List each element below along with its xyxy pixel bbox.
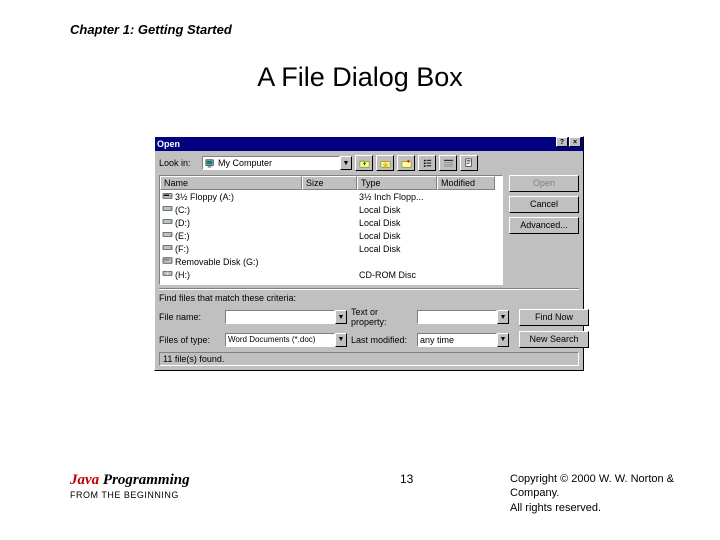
properties-icon xyxy=(464,158,475,169)
list-item[interactable]: (F:)Local Disk xyxy=(160,242,502,255)
dropdown-arrow-icon[interactable]: ▼ xyxy=(497,333,509,347)
list-item[interactable]: 3½ Floppy (A:)3½ Inch Flopp... xyxy=(160,190,502,203)
divider xyxy=(159,288,579,290)
dialog-titlebar: Open ? × xyxy=(155,137,583,151)
cancel-button[interactable]: Cancel xyxy=(509,196,579,213)
copyright: Copyright © 2000 W. W. Norton & Company.… xyxy=(510,472,680,515)
details-view-button[interactable] xyxy=(439,155,457,171)
new-folder-button[interactable] xyxy=(397,155,415,171)
look-in-dropdown[interactable]: My Computer ▼ xyxy=(202,156,352,170)
hdd-icon xyxy=(162,230,173,239)
properties-button[interactable] xyxy=(460,155,478,171)
text-property-label: Text or property: xyxy=(351,307,413,327)
files-of-type-label: Files of type: xyxy=(159,335,221,345)
last-modified-dropdown[interactable]: any time ▼ xyxy=(417,333,509,347)
look-in-label: Look in: xyxy=(159,158,199,168)
cdrom-icon xyxy=(162,269,173,278)
hdd-icon xyxy=(162,217,173,226)
book-subtitle: FROM THE BEGINNING xyxy=(70,490,190,500)
slide-footer: Java Programming FROM THE BEGINNING 13 C… xyxy=(70,472,680,500)
list-item[interactable]: (E:)Local Disk xyxy=(160,229,502,242)
list-item[interactable]: (C:)Local Disk xyxy=(160,203,502,216)
list-view-icon xyxy=(422,158,433,169)
help-button[interactable]: ? xyxy=(556,137,568,147)
removable-icon xyxy=(162,256,173,265)
details-view-icon xyxy=(443,158,454,169)
dialog-title: Open xyxy=(157,137,180,151)
dropdown-arrow-icon[interactable]: ▼ xyxy=(335,310,347,324)
hdd-icon xyxy=(162,243,173,252)
column-header-modified[interactable]: Modified xyxy=(437,176,495,190)
floppy-icon xyxy=(162,191,173,200)
look-in-value: My Computer xyxy=(218,157,272,169)
find-now-button[interactable]: Find Now xyxy=(519,309,589,326)
status-bar: 11 file(s) found. xyxy=(159,352,579,366)
slide-title: A File Dialog Box xyxy=(0,62,720,93)
advanced-button[interactable]: Advanced... xyxy=(509,217,579,234)
column-header-name[interactable]: Name xyxy=(160,176,302,190)
last-modified-label: Last modified: xyxy=(351,335,413,345)
up-folder-button[interactable] xyxy=(355,155,373,171)
list-item[interactable]: (H:)CD-ROM Disc xyxy=(160,268,502,281)
column-header-type[interactable]: Type xyxy=(357,176,437,190)
file-list[interactable]: Name Size Type Modified 3½ Floppy (A:)3½… xyxy=(159,175,503,285)
close-button[interactable]: × xyxy=(569,137,581,147)
favorites-folder-icon xyxy=(380,158,391,169)
open-file-dialog: Open ? × Look in: My Computer ▼ xyxy=(154,136,584,371)
column-header-size[interactable]: Size xyxy=(302,176,357,190)
list-view-button[interactable] xyxy=(418,155,436,171)
criteria-label: Find files that match these criteria: xyxy=(159,293,579,303)
file-name-label: File name: xyxy=(159,312,221,322)
chapter-heading: Chapter 1: Getting Started xyxy=(70,22,232,37)
file-name-input[interactable]: ▼ xyxy=(225,310,347,324)
dropdown-arrow-icon[interactable]: ▼ xyxy=(335,333,347,347)
dropdown-arrow-icon[interactable]: ▼ xyxy=(340,156,352,170)
hdd-icon xyxy=(162,204,173,213)
text-property-input[interactable]: ▼ xyxy=(417,310,509,324)
files-of-type-dropdown[interactable]: Word Documents (*.doc) ▼ xyxy=(225,333,347,347)
up-folder-icon xyxy=(359,158,370,169)
open-button[interactable]: Open xyxy=(509,175,579,192)
dropdown-arrow-icon[interactable]: ▼ xyxy=(497,310,509,324)
my-computer-icon xyxy=(205,158,216,169)
new-search-button[interactable]: New Search xyxy=(519,331,589,348)
book-title: Java Programming xyxy=(70,472,190,489)
list-item[interactable]: Removable Disk (G:) xyxy=(160,255,502,268)
new-folder-icon xyxy=(401,158,412,169)
favorites-button[interactable] xyxy=(376,155,394,171)
list-item[interactable]: (D:)Local Disk xyxy=(160,216,502,229)
page-number: 13 xyxy=(400,472,413,486)
